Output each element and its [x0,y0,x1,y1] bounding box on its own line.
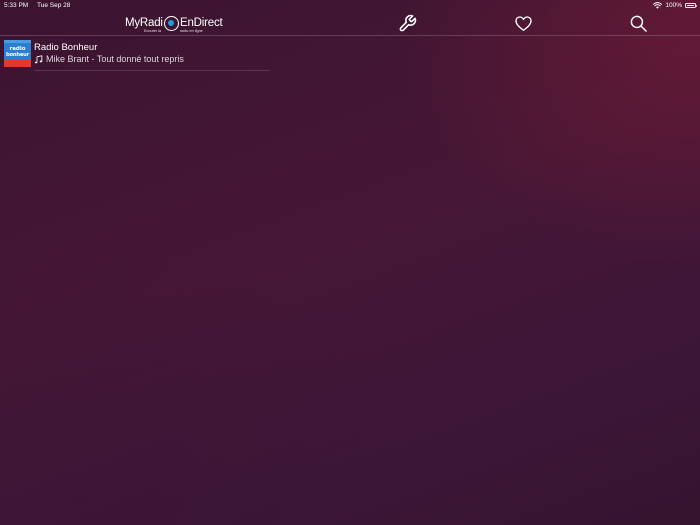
app-logo[interactable]: MyRadi EnDirect Ecouter la radio en lign… [125,14,225,34]
status-left: 5:33 PM Tue Sep 28 [4,0,70,11]
status-time: 5:33 PM [4,2,29,9]
station-logo-text-bottom: bonheur [5,52,30,58]
logo-radio-icon [164,15,179,31]
status-right: 100% [653,0,697,11]
now-playing: Mike Brant - Tout donné tout repris [34,54,184,65]
station-logo: radio bonheur [4,40,31,67]
station-name: Radio Bonheur [34,42,98,53]
nav-bar: MyRadi EnDirect Ecouter la radio en lign… [0,11,700,36]
logo-tagline-left: Ecouter la [144,28,162,33]
status-date: Tue Sep 28 [37,2,71,9]
battery-icon [685,3,697,8]
station-logo-band-top [4,40,31,43]
now-playing-track: Mike Brant - Tout donné tout repris [46,54,184,64]
battery-percent: 100% [665,2,682,9]
search-icon[interactable] [629,14,648,33]
station-list: radio bonheur Radio Bonheur Mike Brant -… [0,37,700,71]
battery-level [686,4,695,7]
station-row[interactable]: radio bonheur Radio Bonheur Mike Brant -… [0,37,700,71]
station-logo-band-bottom [4,60,31,67]
music-note-icon [34,55,43,64]
logo-tagline-right: radio en ligne [180,28,203,33]
wrench-icon[interactable] [398,14,417,33]
status-bar: 5:33 PM Tue Sep 28 100% [0,0,700,11]
wifi-icon [653,2,663,9]
heart-icon[interactable] [514,14,533,33]
